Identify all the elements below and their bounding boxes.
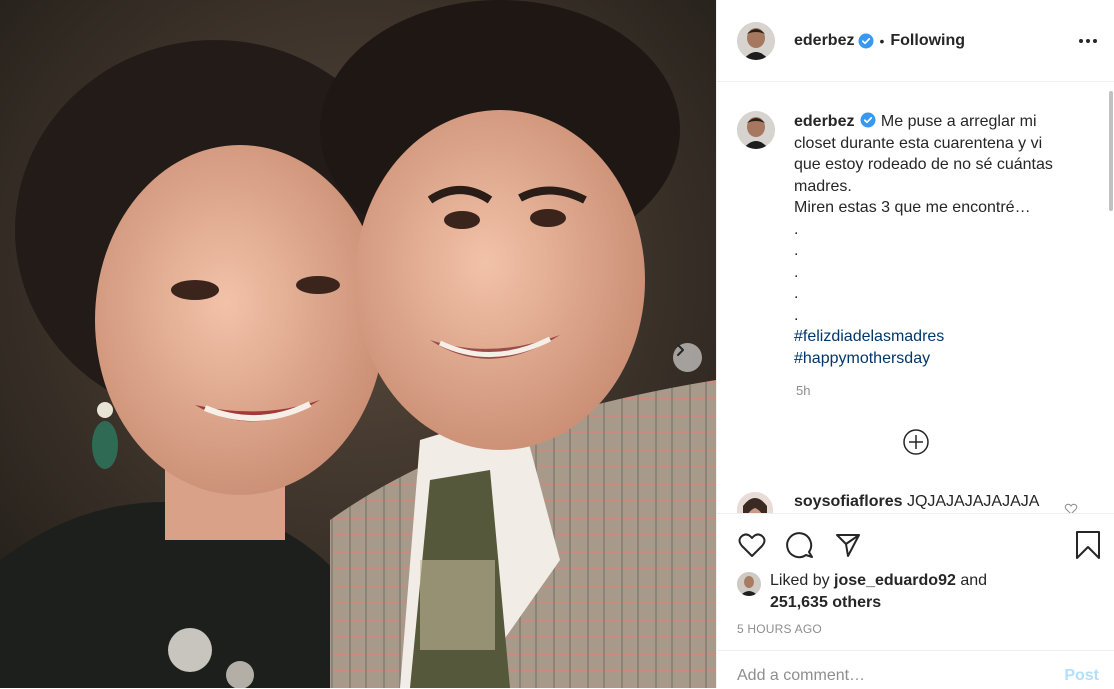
- comments-scrollbar[interactable]: [1108, 83, 1114, 513]
- post-header: ederbez • Following: [717, 0, 1114, 82]
- author-username[interactable]: ederbez: [794, 32, 854, 50]
- send-icon: [836, 534, 860, 557]
- author-avatar[interactable]: [737, 21, 775, 60]
- scrollbar-thumb[interactable]: [1109, 91, 1113, 211]
- load-more-comments-icon[interactable]: [902, 428, 930, 456]
- comment-heart-icon[interactable]: [1064, 502, 1078, 513]
- caption-line-1: Me puse a arreglar mi: [880, 113, 1037, 130]
- post-date[interactable]: 5 HOURS AGO: [737, 622, 822, 636]
- more-options-button[interactable]: [1078, 31, 1098, 51]
- comments-list[interactable]: ederbez Me puse a arreglar mi closet dur…: [717, 83, 1114, 513]
- liked-by-others[interactable]: 251,635 others: [770, 594, 881, 611]
- comment-input[interactable]: [737, 663, 1037, 689]
- more-horizontal-icon: [1079, 39, 1097, 43]
- caption-dot-5: .: [794, 306, 799, 324]
- liker-avatar[interactable]: [737, 572, 761, 596]
- caption: ederbez Me puse a arreglar mi closet dur…: [737, 111, 1082, 369]
- next-photo-button[interactable]: [673, 343, 702, 372]
- caption-time: 5h: [796, 383, 811, 398]
- comment-body: JQJAJAJAJAJAJA: [906, 493, 1040, 510]
- post-comment-button[interactable]: Post: [1064, 667, 1099, 685]
- heart-icon: [738, 533, 766, 557]
- post-photo: [0, 0, 716, 688]
- caption-dot-4: .: [794, 285, 799, 302]
- like-button[interactable]: [737, 530, 767, 560]
- caption-line-5: Miren estas 3 que me encontré…: [794, 199, 1031, 216]
- photo-illustration: [0, 0, 716, 688]
- instagram-post: ederbez • Following ederbez Me puse a ar…: [0, 0, 1114, 689]
- caption-line-4: madres.: [794, 177, 852, 195]
- liked-by: Liked by jose_eduardo92 and 251,635 othe…: [737, 570, 987, 614]
- separator-dot: •: [879, 32, 885, 49]
- comment-bubble-icon: [786, 532, 813, 559]
- comment-text: soysofiaflores JQJAJAJAJAJAJA: [794, 492, 1039, 512]
- hashtag-link[interactable]: #happymothersday: [794, 348, 1082, 370]
- chevron-right-icon: [677, 344, 684, 356]
- caption-username[interactable]: ederbez: [794, 113, 854, 130]
- liked-by-user[interactable]: jose_eduardo92: [834, 572, 956, 589]
- caption-dot-1: .: [794, 220, 799, 238]
- caption-author-avatar[interactable]: [737, 111, 775, 149]
- caption-dot-3: .: [794, 263, 799, 281]
- caption-line-2: closet durante esta cuarentena y vi: [794, 134, 1043, 152]
- liked-by-text: Liked by jose_eduardo92 and 251,635 othe…: [770, 570, 987, 614]
- caption-line-3: que estoy rodeado de no sé cuántas: [794, 156, 1053, 173]
- comment-button[interactable]: [785, 530, 815, 560]
- add-comment-bar: Post: [717, 650, 1114, 689]
- hashtag-link[interactable]: #felizdiadelasmadres: [794, 326, 1082, 348]
- following-button[interactable]: Following: [890, 32, 965, 50]
- caption-dot-2: .: [794, 242, 799, 259]
- caption-first-line: ederbez Me puse a arreglar mi: [794, 111, 1082, 133]
- commenter-avatar[interactable]: [737, 492, 773, 513]
- comment-item: soysofiaflores JQJAJAJAJAJAJA: [737, 492, 1039, 513]
- liked-by-prefix: Liked by: [770, 572, 830, 589]
- post-side-panel: ederbez • Following ederbez Me puse a ar…: [716, 0, 1114, 689]
- bookmark-icon: [1076, 531, 1100, 559]
- verified-badge-icon: [858, 33, 874, 48]
- share-button[interactable]: [833, 530, 863, 560]
- caption-text: ederbez Me puse a arreglar mi closet dur…: [794, 111, 1082, 369]
- verified-badge-icon: [860, 112, 876, 128]
- liked-by-joiner: and: [960, 572, 988, 589]
- save-button[interactable]: [1073, 530, 1103, 560]
- commenter-username[interactable]: soysofiaflores: [794, 493, 902, 510]
